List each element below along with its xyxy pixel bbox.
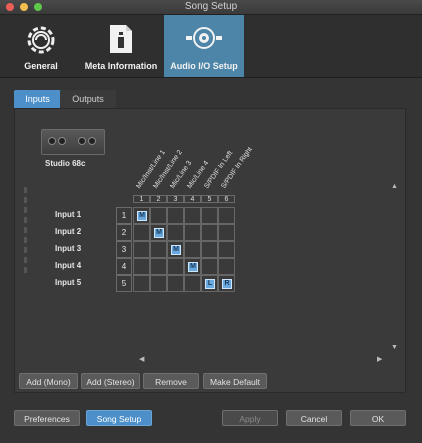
- toolbar-meta-information[interactable]: Meta Information: [80, 15, 162, 77]
- device-name: Studio 68c: [45, 159, 86, 168]
- apply-button[interactable]: Apply: [222, 410, 278, 426]
- routing-cell[interactable]: [167, 258, 184, 275]
- toolbar-audio-io-setup-label: Audio I/O Setup: [170, 61, 238, 71]
- input-row-number: 4: [116, 258, 132, 275]
- audio-interface-image: [41, 129, 105, 155]
- input-row-number: 2: [116, 224, 132, 241]
- routing-cell[interactable]: M: [167, 241, 184, 258]
- assignment-marker: L: [205, 279, 215, 289]
- routing-cell[interactable]: [218, 224, 235, 241]
- routing-cell[interactable]: [150, 241, 167, 258]
- tab-outputs[interactable]: Outputs: [60, 90, 116, 108]
- make-default-button[interactable]: Make Default: [203, 373, 267, 389]
- routing-cell[interactable]: [133, 275, 150, 292]
- scroll-up-arrow-icon[interactable]: ▲: [391, 183, 398, 190]
- routing-cell[interactable]: [133, 258, 150, 275]
- routing-cell[interactable]: [218, 207, 235, 224]
- routing-cell[interactable]: [184, 275, 201, 292]
- ok-button[interactable]: OK: [350, 410, 406, 426]
- input-matrix-panel: Studio 68c Mic/Inst/Line 1 1 Mic/Inst/Line…: [14, 108, 406, 393]
- input-row-label: Input 3: [55, 244, 82, 253]
- tab-inputs[interactable]: Inputs: [14, 90, 61, 108]
- channel-strip-scrollbar[interactable]: [24, 187, 27, 273]
- remove-button[interactable]: Remove: [143, 373, 199, 389]
- settings-toolbar: General Meta Information Audio I/O Setup: [0, 15, 422, 78]
- routing-cell[interactable]: L: [201, 275, 218, 292]
- add-stereo-button[interactable]: Add (Stereo): [81, 373, 140, 389]
- knob-icon: [78, 137, 86, 145]
- knob-icon: [58, 137, 66, 145]
- routing-cell[interactable]: [133, 241, 150, 258]
- routing-cell[interactable]: [150, 207, 167, 224]
- assignment-marker: R: [222, 279, 232, 289]
- scroll-down-arrow-icon[interactable]: ▼: [391, 344, 398, 351]
- column-number: 6: [218, 195, 235, 203]
- routing-cell[interactable]: [218, 258, 235, 275]
- toolbar-audio-io-setup[interactable]: Audio I/O Setup: [164, 15, 244, 77]
- info-document-icon: [108, 23, 134, 60]
- routing-cell[interactable]: [167, 275, 184, 292]
- routing-cell[interactable]: M: [184, 258, 201, 275]
- routing-cell[interactable]: [201, 224, 218, 241]
- routing-cell[interactable]: [167, 207, 184, 224]
- routing-cell[interactable]: [218, 241, 235, 258]
- input-row-label: Input 2: [55, 227, 82, 236]
- cancel-button[interactable]: Cancel: [286, 410, 342, 426]
- toolbar-meta-information-label: Meta Information: [84, 61, 158, 71]
- assignment-marker: M: [188, 262, 198, 272]
- column-number: 2: [150, 195, 167, 203]
- column-number: 1: [133, 195, 150, 203]
- routing-cell[interactable]: [184, 241, 201, 258]
- input-row-number: 3: [116, 241, 132, 258]
- column-number: 3: [167, 195, 184, 203]
- scroll-left-arrow-icon[interactable]: ◀: [139, 355, 144, 363]
- routing-cell[interactable]: R: [218, 275, 235, 292]
- audio-io-icon: [184, 23, 224, 60]
- knob-icon: [88, 137, 96, 145]
- toolbar-general-label: General: [24, 61, 58, 71]
- toolbar-general[interactable]: General: [10, 15, 72, 77]
- routing-cell[interactable]: [167, 224, 184, 241]
- input-row-label: Input 5: [55, 278, 82, 287]
- routing-cell[interactable]: [150, 275, 167, 292]
- routing-cell[interactable]: [150, 258, 167, 275]
- routing-cell[interactable]: [201, 207, 218, 224]
- routing-cell[interactable]: [201, 258, 218, 275]
- input-row-number: 5: [116, 275, 132, 292]
- routing-cell[interactable]: M: [150, 224, 167, 241]
- routing-cell[interactable]: [184, 224, 201, 241]
- input-row-number: 1: [116, 207, 132, 224]
- column-number: 4: [184, 195, 201, 203]
- gear-icon: [24, 23, 58, 62]
- routing-cell[interactable]: [201, 241, 218, 258]
- assignment-marker: M: [137, 211, 147, 221]
- scroll-right-arrow-icon[interactable]: ▶: [377, 355, 382, 363]
- input-row-label: Input 1: [55, 210, 82, 219]
- routing-cell[interactable]: [184, 207, 201, 224]
- audio-io-content: Inputs Outputs Studio 68c Mic/Inst/Line …: [10, 88, 410, 395]
- title-bar: Song Setup: [0, 0, 422, 15]
- assignment-marker: M: [154, 228, 164, 238]
- routing-cell[interactable]: [133, 224, 150, 241]
- assignment-marker: M: [171, 245, 181, 255]
- add-mono-button[interactable]: Add (Mono): [19, 373, 78, 389]
- routing-cell[interactable]: M: [133, 207, 150, 224]
- preferences-button[interactable]: Preferences: [14, 410, 80, 426]
- song-setup-window: Song Setup General Meta Information Audi…: [0, 0, 422, 443]
- column-number: 5: [201, 195, 218, 203]
- window-title: Song Setup: [184, 1, 238, 12]
- song-setup-button[interactable]: Song Setup: [86, 410, 152, 426]
- input-row-label: Input 4: [55, 261, 82, 270]
- knob-icon: [48, 137, 56, 145]
